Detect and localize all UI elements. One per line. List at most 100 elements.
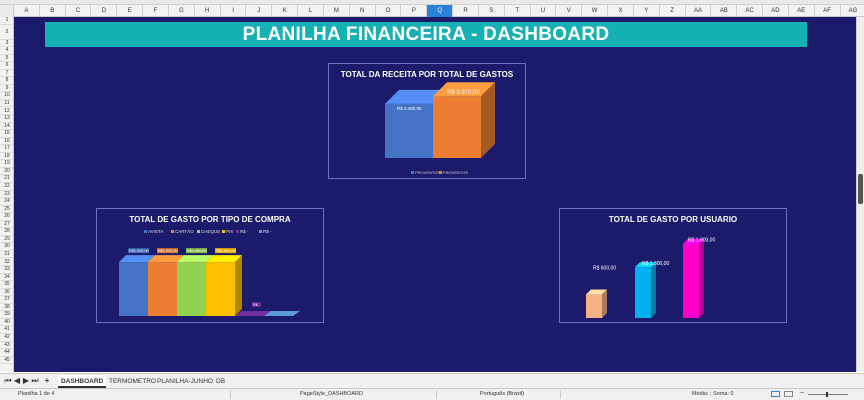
view-page-icon[interactable] bbox=[784, 391, 793, 397]
column-header-Y[interactable]: Y bbox=[634, 5, 660, 17]
select-all-corner[interactable] bbox=[0, 5, 14, 17]
row-header-40[interactable]: 40 bbox=[0, 319, 13, 327]
chart-receita-gastos[interactable]: TOTAL DA RECEITA POR TOTAL DE GASTOS R$ … bbox=[328, 63, 526, 179]
column-header-AB[interactable]: AB bbox=[711, 5, 738, 17]
row-header-22[interactable]: 22 bbox=[0, 183, 13, 191]
chart-gasto-tipo-compra[interactable]: TOTAL DE GASTO POR TIPO DE COMPRA R$1.00… bbox=[96, 208, 324, 323]
row-header-10[interactable]: 10 bbox=[0, 92, 13, 100]
row-header-30[interactable]: 30 bbox=[0, 243, 13, 251]
row-header-13[interactable]: 13 bbox=[0, 115, 13, 123]
column-header-X[interactable]: X bbox=[608, 5, 634, 17]
column-header-A[interactable]: A bbox=[14, 5, 40, 17]
first-sheet-icon[interactable]: ⏮ bbox=[4, 376, 12, 386]
status-language[interactable]: Português (Brasil) bbox=[480, 391, 524, 397]
tab-planilha-junho[interactable]: PLANILHA-JUNHO bbox=[154, 375, 216, 388]
row-header-44[interactable]: 44 bbox=[0, 349, 13, 357]
tab-db[interactable]: DB bbox=[213, 375, 228, 388]
row-header-36[interactable]: 36 bbox=[0, 289, 13, 297]
column-header-AC[interactable]: AC bbox=[737, 5, 764, 17]
column-header-U[interactable]: U bbox=[531, 5, 557, 17]
column-header-I[interactable]: I bbox=[221, 5, 247, 17]
row-header-32[interactable]: 32 bbox=[0, 259, 13, 267]
row-header-14[interactable]: 14 bbox=[0, 123, 13, 131]
column-header-W[interactable]: W bbox=[582, 5, 609, 17]
column-header-L[interactable]: L bbox=[298, 5, 324, 17]
sheet-grid[interactable]: PLANILHA FINANCEIRA - DASHBOARD TOTAL DA… bbox=[14, 17, 856, 372]
column-header-J[interactable]: J bbox=[246, 5, 273, 17]
column-header-G[interactable]: G bbox=[169, 5, 195, 17]
status-pagestyle[interactable]: PageStyle_DASHBOARD bbox=[300, 391, 363, 397]
row-header-12[interactable]: 12 bbox=[0, 108, 13, 116]
row-header-1[interactable]: 1 bbox=[0, 17, 13, 25]
row-header-37[interactable]: 37 bbox=[0, 296, 13, 304]
row-header-3[interactable]: 3 bbox=[0, 40, 13, 48]
column-header-Z[interactable]: Z bbox=[660, 5, 686, 17]
row-header-15[interactable]: 15 bbox=[0, 130, 13, 138]
view-normal-icon[interactable] bbox=[771, 391, 780, 397]
row-header-24[interactable]: 24 bbox=[0, 198, 13, 206]
column-header-AA[interactable]: AA bbox=[686, 5, 712, 17]
row-header-38[interactable]: 38 bbox=[0, 304, 13, 312]
column-header-T[interactable]: T bbox=[505, 5, 531, 17]
row-header-26[interactable]: 26 bbox=[0, 213, 13, 221]
row-header-25[interactable]: 25 bbox=[0, 206, 13, 214]
last-sheet-icon[interactable]: ⏭ bbox=[31, 376, 39, 386]
column-header-D[interactable]: D bbox=[91, 5, 118, 17]
row-header-45[interactable]: 45 bbox=[0, 357, 13, 365]
column-header-K[interactable]: K bbox=[272, 5, 299, 17]
row-header-8[interactable]: 8 bbox=[0, 77, 13, 85]
row-header-4[interactable]: 4 bbox=[0, 47, 13, 55]
column-header-N[interactable]: N bbox=[350, 5, 376, 17]
row-header-28[interactable]: 28 bbox=[0, 228, 13, 236]
row-header-19[interactable]: 19 bbox=[0, 160, 13, 168]
next-sheet-icon[interactable]: ▶ bbox=[22, 376, 30, 386]
row-header-2[interactable]: 2 bbox=[0, 25, 13, 40]
row-header-23[interactable]: 23 bbox=[0, 191, 13, 199]
row-header-11[interactable]: 11 bbox=[0, 100, 13, 108]
column-header-P[interactable]: P bbox=[401, 5, 428, 17]
row-header-18[interactable]: 18 bbox=[0, 153, 13, 161]
chart-gasto-usuario[interactable]: TOTAL DE GASTO POR USUARIO R$ 600,00 R$ 1… bbox=[559, 208, 787, 323]
prev-sheet-icon[interactable]: ◀ bbox=[13, 376, 21, 386]
row-header-16[interactable]: 16 bbox=[0, 138, 13, 146]
row-header-42[interactable]: 42 bbox=[0, 334, 13, 342]
column-header-S[interactable]: S bbox=[479, 5, 505, 17]
scrollbar-thumb[interactable] bbox=[858, 174, 863, 204]
column-header-Q[interactable]: Q bbox=[427, 5, 454, 17]
row-header-34[interactable]: 34 bbox=[0, 274, 13, 282]
column-header-AG[interactable]: AG bbox=[841, 5, 864, 17]
column-header-AD[interactable]: AD bbox=[763, 5, 789, 17]
row-header-35[interactable]: 35 bbox=[0, 281, 13, 289]
row-header-20[interactable]: 20 bbox=[0, 168, 13, 176]
row-header-41[interactable]: 41 bbox=[0, 326, 13, 334]
column-header-O[interactable]: O bbox=[376, 5, 402, 17]
row-header-5[interactable]: 5 bbox=[0, 55, 13, 63]
zoom-slider-knob[interactable] bbox=[826, 392, 828, 397]
column-header-AE[interactable]: AE bbox=[789, 5, 815, 17]
row-header-27[interactable]: 27 bbox=[0, 221, 13, 229]
column-header-H[interactable]: H bbox=[195, 5, 221, 17]
row-header-33[interactable]: 33 bbox=[0, 266, 13, 274]
column-header-AF[interactable]: AF bbox=[815, 5, 841, 17]
column-header-B[interactable]: B bbox=[40, 5, 66, 17]
tab-dashboard[interactable]: DASHBOARD bbox=[58, 375, 107, 388]
row-header-21[interactable]: 21 bbox=[0, 175, 13, 183]
row-header-31[interactable]: 31 bbox=[0, 251, 13, 259]
row-header-9[interactable]: 9 bbox=[0, 85, 13, 93]
column-header-C[interactable]: C bbox=[66, 5, 92, 17]
column-header-F[interactable]: F bbox=[143, 5, 169, 17]
column-header-R[interactable]: R bbox=[453, 5, 479, 17]
column-header-V[interactable]: V bbox=[556, 5, 583, 17]
vertical-scrollbar[interactable] bbox=[856, 17, 864, 372]
row-header-39[interactable]: 39 bbox=[0, 311, 13, 319]
zoom-out-icon[interactable]: − bbox=[800, 390, 804, 397]
add-sheet-button[interactable]: + bbox=[43, 376, 51, 386]
row-header-6[interactable]: 6 bbox=[0, 62, 13, 70]
row-header-29[interactable]: 29 bbox=[0, 236, 13, 244]
zoom-slider[interactable] bbox=[808, 394, 848, 395]
row-header-43[interactable]: 43 bbox=[0, 342, 13, 350]
row-header-7[interactable]: 7 bbox=[0, 70, 13, 78]
column-header-E[interactable]: E bbox=[117, 5, 144, 17]
tab-termometro[interactable]: TERMOMETRO bbox=[106, 375, 159, 388]
row-header-17[interactable]: 17 bbox=[0, 145, 13, 153]
